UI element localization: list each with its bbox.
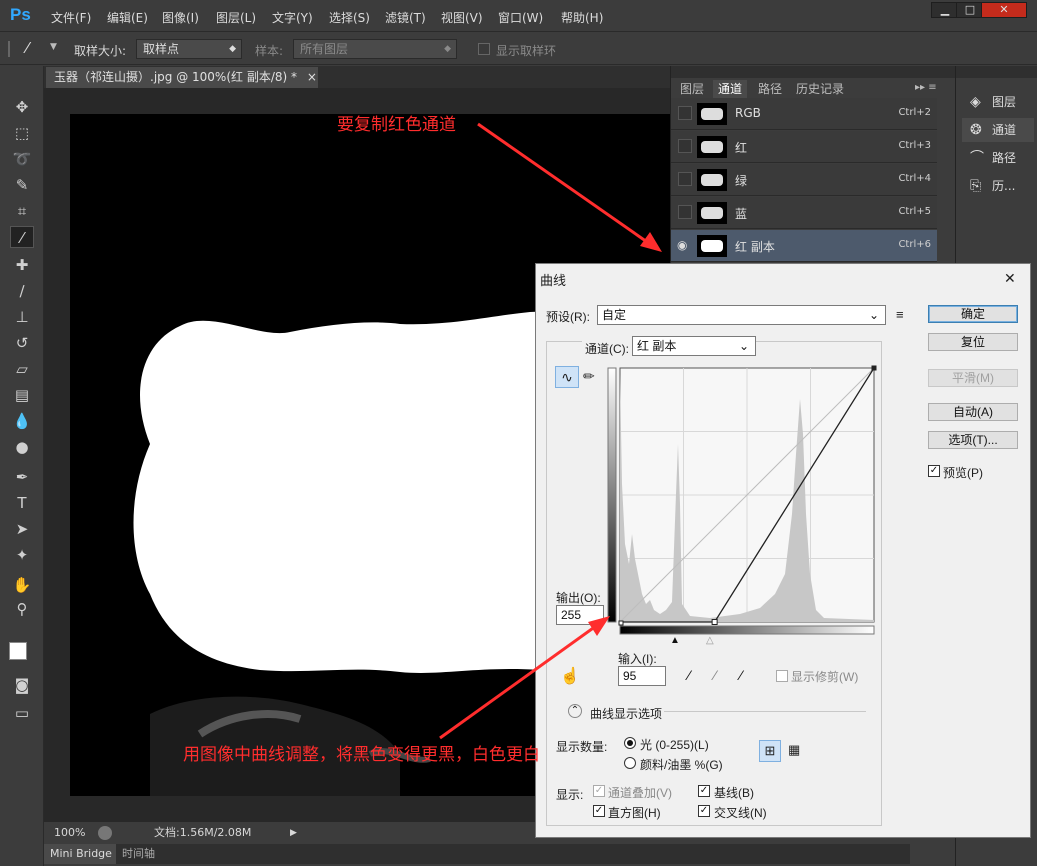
annotation-top: 要复制红色通道 (337, 115, 456, 135)
annotation-arrows (439, 122, 662, 740)
annotation-bottom: 用图像中曲线调整，将黑色变得更黑，白色更白 (183, 745, 540, 765)
